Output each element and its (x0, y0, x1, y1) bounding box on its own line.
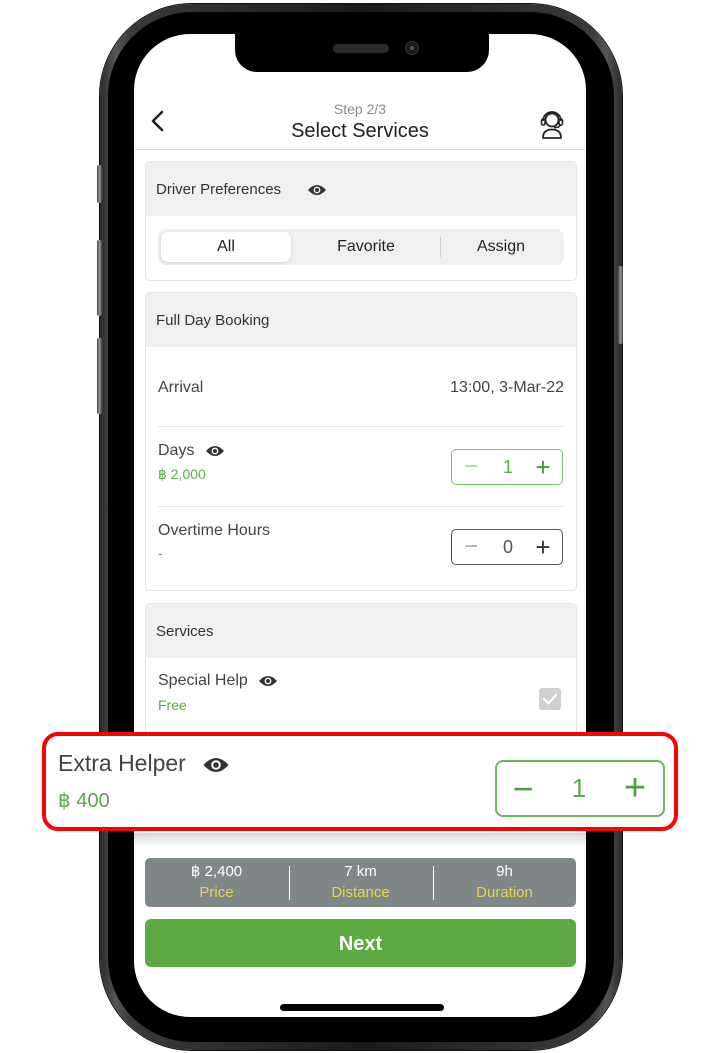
mute-switch (97, 165, 102, 203)
page-title: Select Services (291, 120, 429, 142)
step-indicator: Step 2/3 (333, 101, 387, 117)
extra-helper-stepper: − 1 + (495, 760, 665, 817)
trip-summary-bar: ฿ 2,400 Price 7 km Distance 9h Duration (145, 858, 576, 907)
arrival-label: Arrival (158, 379, 204, 396)
summary-price-value: ฿ 2,400 (190, 863, 243, 880)
services-header: Services (146, 604, 576, 658)
eye-icon (308, 184, 327, 195)
special-help-label: Special Help (158, 672, 248, 689)
checkmark-icon (542, 693, 558, 705)
headset-support-icon (540, 111, 564, 139)
home-indicator[interactable] (280, 1004, 444, 1011)
row-divider (158, 426, 564, 427)
speaker (333, 44, 389, 53)
full-day-booking-title: Full Day Booking (156, 311, 270, 329)
extra-helper-info-button[interactable] (202, 750, 230, 776)
driver-preference-segmented-control: All Favorite Assign (158, 229, 564, 265)
segment-all[interactable]: All (161, 232, 291, 262)
front-camera (405, 41, 419, 55)
special-help-label-row: Special Help (158, 672, 278, 690)
overtime-value: 0 (502, 536, 513, 557)
days-info-button[interactable] (205, 442, 225, 459)
summary-distance-value: 7 km (344, 863, 377, 880)
days-stepper: − 1 + (451, 449, 563, 485)
days-value: 1 (502, 456, 513, 477)
full-day-booking-header: Full Day Booking (146, 293, 576, 347)
volume-up-button (97, 240, 102, 316)
special-help-price: Free (158, 697, 187, 713)
volume-down-button (97, 338, 102, 414)
driver-preferences-card: Driver Preferences All Favorite Assign (145, 161, 577, 281)
support-button[interactable] (538, 109, 566, 139)
full-day-booking-card: Full Day Booking Arrival 13:00, 3-Mar-22… (145, 292, 577, 591)
eye-icon (205, 445, 224, 456)
footer-shadow (134, 833, 586, 847)
row-divider (158, 506, 564, 507)
overtime-stepper: − 0 + (451, 529, 563, 565)
extra-helper-value: 1 (571, 773, 587, 803)
app-header: Step 2/3 Select Services (134, 95, 586, 150)
overtime-decrement-button[interactable]: − (456, 530, 486, 564)
segment-favorite[interactable]: Favorite (296, 232, 436, 262)
driver-preferences-info-button[interactable] (307, 181, 327, 198)
special-help-checkbox[interactable] (539, 688, 561, 710)
days-label: Days (158, 442, 195, 459)
driver-preferences-header: Driver Preferences (146, 162, 576, 216)
driver-preferences-title: Driver Preferences (156, 180, 282, 198)
overtime-price: - (158, 545, 163, 561)
extra-helper-label: Extra Helper (58, 750, 186, 776)
extra-helper-increment-button[interactable]: + (613, 762, 657, 815)
notch (235, 34, 489, 72)
summary-duration-value: 9h (496, 863, 513, 880)
segment-assign[interactable]: Assign (442, 232, 560, 262)
summary-price-label: Price (199, 884, 234, 901)
services-title: Services (156, 622, 214, 640)
summary-price: ฿ 2,400 Price (145, 862, 288, 904)
summary-distance-label: Distance (331, 884, 390, 901)
days-decrement-button[interactable]: − (456, 450, 486, 484)
power-button (618, 266, 623, 344)
special-help-info-button[interactable] (258, 672, 278, 689)
next-button[interactable]: Next (145, 919, 576, 967)
summary-distance: 7 km Distance (289, 862, 432, 904)
days-increment-button[interactable]: + (528, 450, 558, 484)
days-price: ฿ 2,000 (158, 466, 206, 482)
extra-helper-label-row: Extra Helper (58, 750, 230, 777)
summary-duration-label: Duration (476, 884, 533, 901)
days-label-row: Days (158, 442, 225, 460)
extra-helper-row-highlight: Extra Helper ฿ 400 − 1 + (42, 732, 678, 831)
summary-duration: 9h Duration (433, 862, 576, 904)
overtime-label: Overtime Hours (158, 522, 271, 539)
overtime-increment-button[interactable]: + (528, 530, 558, 564)
extra-helper-decrement-button[interactable]: − (501, 762, 545, 815)
extra-helper-price: ฿ 400 (58, 790, 110, 812)
eye-icon (203, 757, 229, 772)
eye-icon (259, 675, 278, 686)
segment-divider (440, 237, 441, 257)
arrival-value: 13:00, 3-Mar-22 (450, 379, 564, 396)
